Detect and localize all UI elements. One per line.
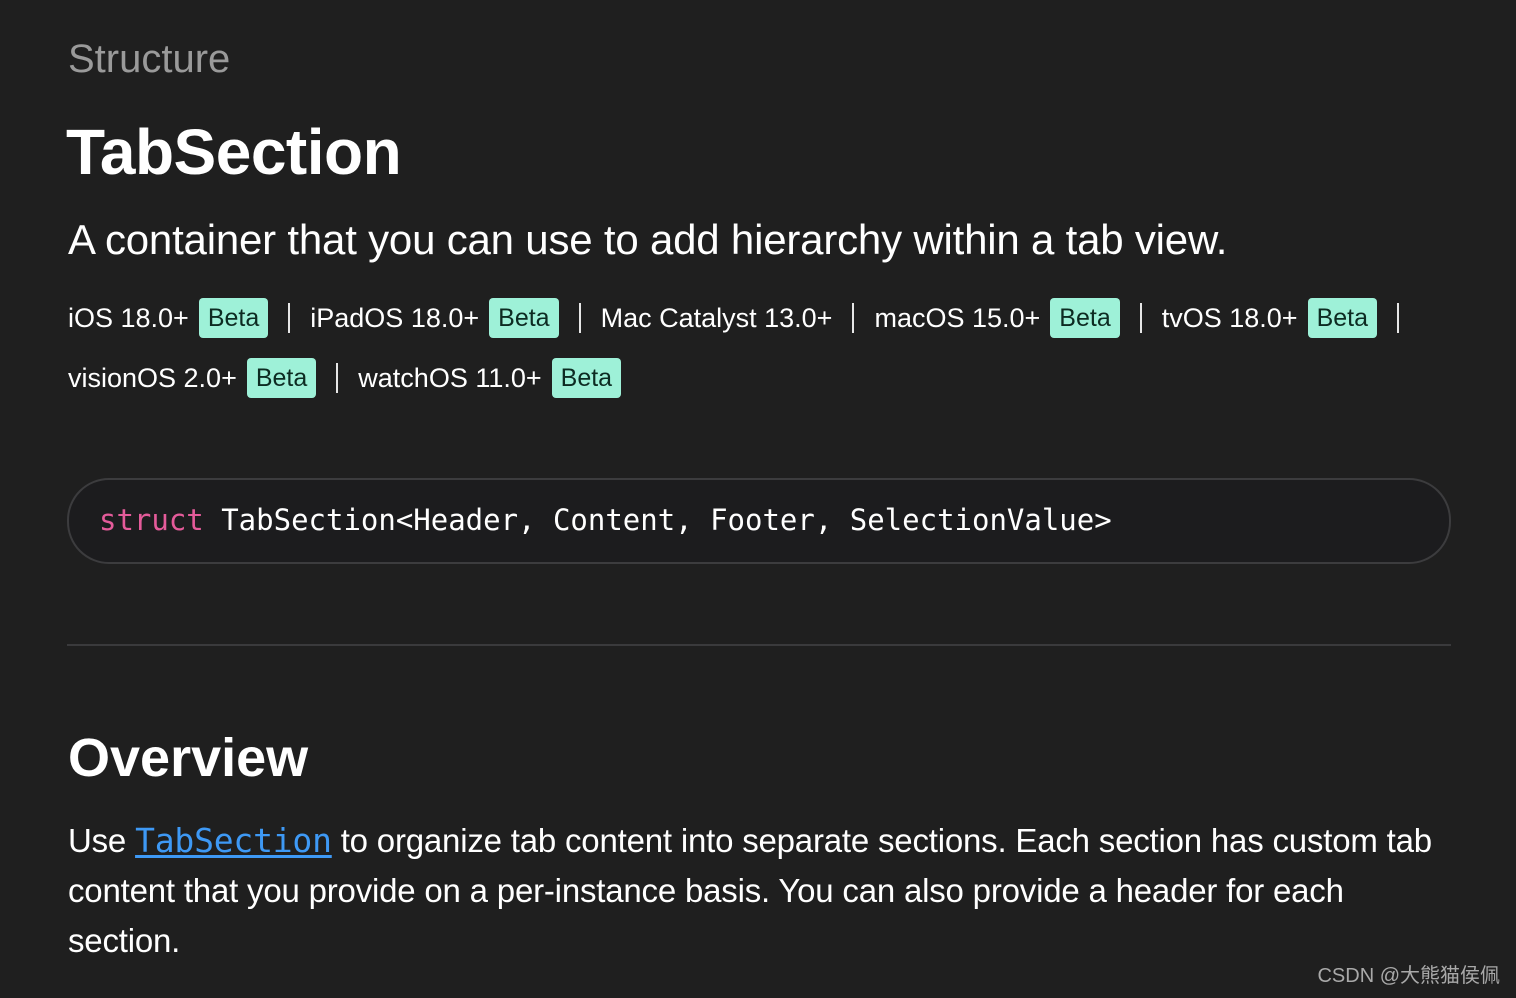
beta-badge: Beta — [551, 358, 622, 398]
platform-mac-catalyst: Mac Catalyst 13.0+ — [601, 303, 833, 334]
platform-macos: macOS 15.0+ Beta — [874, 298, 1120, 338]
platform-separator — [578, 303, 581, 333]
page-eyebrow: Structure — [68, 37, 231, 81]
platform-availability: iOS 18.0+ Beta iPadOS 18.0+ Beta Mac Cat… — [68, 298, 1448, 418]
overview-text-before: Use — [68, 822, 136, 859]
platform-row: visionOS 2.0+ Beta watchOS 11.0+ Beta — [68, 358, 1448, 398]
platform-separator — [1139, 303, 1142, 333]
platform-tvos: tvOS 18.0+ Beta — [1161, 298, 1378, 338]
platform-watchos: watchOS 11.0+ Beta — [358, 358, 622, 398]
section-divider — [67, 644, 1451, 646]
declaration-signature: TabSection<Header, Content, Footer, Sele… — [203, 503, 1112, 537]
beta-badge: Beta — [1307, 298, 1378, 338]
page-title: TabSection — [66, 116, 402, 188]
platform-separator — [288, 303, 291, 333]
declaration-block: struct TabSection<Header, Content, Foote… — [67, 478, 1451, 564]
beta-badge: Beta — [489, 298, 559, 338]
platform-ipados: iPadOS 18.0+ Beta — [310, 298, 559, 338]
platform-name: watchOS 11.0+ — [358, 362, 542, 393]
platform-separator — [336, 363, 339, 393]
platform-ios: iOS 18.0+ Beta — [68, 298, 269, 338]
page-abstract: A container that you can use to add hier… — [68, 216, 1228, 263]
watermark: CSDN @大熊猫侯佩 — [1317, 965, 1500, 987]
platform-name: visionOS 2.0+ — [68, 362, 237, 393]
beta-badge: Beta — [246, 358, 317, 398]
declaration-code: struct TabSection<Header, Content, Foote… — [99, 500, 1112, 540]
declaration-keyword: struct — [99, 503, 204, 537]
overview-heading: Overview — [68, 728, 309, 788]
platform-visionos: visionOS 2.0+ Beta — [68, 358, 317, 398]
beta-badge: Beta — [198, 298, 269, 338]
platform-separator — [1397, 303, 1400, 333]
beta-badge: Beta — [1050, 298, 1120, 338]
platform-name: tvOS 18.0+ — [1161, 302, 1298, 333]
platform-separator — [852, 303, 855, 333]
platform-name: iOS 18.0+ — [68, 302, 189, 333]
overview-paragraph: Use TabSection to organize tab content i… — [68, 816, 1463, 966]
platform-row: iOS 18.0+ Beta iPadOS 18.0+ Beta Mac Cat… — [68, 298, 1448, 338]
tabsection-link[interactable]: TabSection — [135, 821, 332, 860]
platform-name: iPadOS 18.0+ — [310, 302, 480, 333]
platform-name: macOS 15.0+ — [874, 302, 1041, 333]
platform-name: Mac Catalyst 13.0+ — [600, 302, 833, 333]
